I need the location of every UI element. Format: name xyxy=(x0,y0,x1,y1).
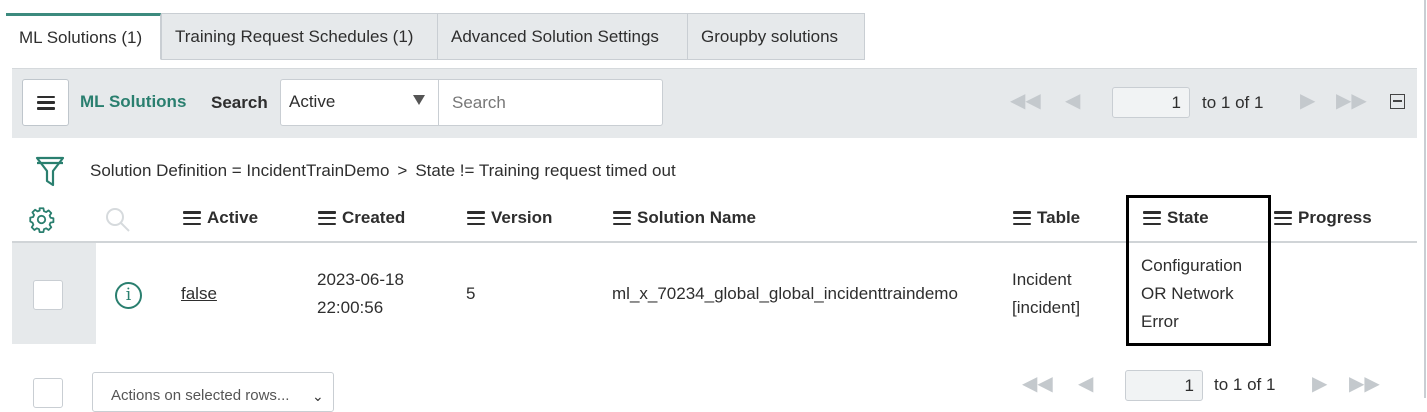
column-label: Created xyxy=(342,208,406,227)
last-page-icon[interactable]: ▶▶ xyxy=(1336,91,1367,111)
search-input[interactable] xyxy=(438,79,663,126)
column-menu-icon[interactable] xyxy=(613,211,631,225)
last-page-icon[interactable]: ▶▶ xyxy=(1349,374,1380,394)
window-edge xyxy=(1424,0,1426,398)
column-menu-icon[interactable] xyxy=(318,211,336,225)
tab-label: ML Solutions (1) xyxy=(19,27,143,47)
tab-advanced-solution-settings[interactable]: Advanced Solution Settings xyxy=(437,13,688,60)
cell-table-name: [incident] xyxy=(1012,298,1081,317)
filter-funnel-icon[interactable] xyxy=(35,155,65,189)
tab-groupby-solutions[interactable]: Groupby solutions xyxy=(687,13,865,60)
cell-created-time: 22:00:56 xyxy=(317,298,384,317)
first-page-icon[interactable]: ◀◀ xyxy=(1022,374,1053,394)
gear-icon[interactable] xyxy=(28,206,55,233)
breadcrumb-condition-1[interactable]: Solution Definition = IncidentTrainDemo xyxy=(90,161,389,180)
cell-solution-name: ml_x_70234_global_global_incidenttrainde… xyxy=(612,284,958,303)
search-icon[interactable] xyxy=(104,206,132,234)
actions-select-label: Actions on selected rows... xyxy=(111,387,290,404)
next-page-icon[interactable]: ▶ xyxy=(1300,91,1315,111)
first-page-icon[interactable]: ◀◀ xyxy=(1010,91,1041,111)
chevron-down-icon: ⌄ xyxy=(312,388,324,404)
cell-created-date: 2023-06-18 xyxy=(317,270,404,289)
list-title[interactable]: ML Solutions xyxy=(80,92,186,112)
prev-page-icon[interactable]: ◀ xyxy=(1065,91,1080,111)
prev-page-icon[interactable]: ◀ xyxy=(1078,374,1093,394)
hamburger-icon xyxy=(36,95,55,110)
filter-breadcrumb: Solution Definition = IncidentTrainDemo >… xyxy=(90,161,676,181)
column-menu-icon[interactable] xyxy=(183,211,201,225)
state-highlight-box xyxy=(1126,195,1271,346)
column-menu-icon[interactable] xyxy=(467,211,485,225)
tab-training-request-schedules[interactable]: Training Request Schedules (1) xyxy=(161,13,438,60)
row-checkbox[interactable] xyxy=(33,280,63,310)
column-menu-icon[interactable] xyxy=(1013,211,1031,225)
column-menu-icon[interactable] xyxy=(1274,211,1292,225)
cell-table-label: Incident xyxy=(1012,270,1072,289)
column-header-progress[interactable]: Progress xyxy=(1274,208,1372,228)
tab-label: Groupby solutions xyxy=(701,26,839,46)
cell-table: Incident [incident] xyxy=(1012,266,1080,322)
cell-active[interactable]: false xyxy=(181,280,217,308)
column-header-solution-name[interactable]: Solution Name xyxy=(613,208,756,228)
breadcrumb-condition-2[interactable]: State != Training request timed out xyxy=(415,161,675,180)
column-label: Table xyxy=(1037,208,1081,227)
footer-page-range-text: to 1 of 1 xyxy=(1214,375,1276,394)
tab-label: Training Request Schedules (1) xyxy=(175,26,414,46)
column-label: Solution Name xyxy=(637,208,757,227)
search-label: Search xyxy=(211,93,268,112)
actions-select[interactable]: Actions on selected rows... xyxy=(92,372,334,412)
dropdown-arrow-icon xyxy=(413,95,425,105)
tab-label: Advanced Solution Settings xyxy=(451,26,659,46)
column-label: Version xyxy=(491,208,553,227)
page-range-text: to 1 of 1 xyxy=(1202,93,1264,112)
next-page-icon[interactable]: ▶ xyxy=(1312,374,1327,394)
collapse-icon[interactable] xyxy=(1390,94,1405,109)
footer-page-number-input[interactable] xyxy=(1125,370,1203,401)
cell-created: 2023-06-18 22:00:56 xyxy=(317,266,404,322)
column-label: Active xyxy=(207,208,259,227)
tab-ml-solutions[interactable]: ML Solutions (1) xyxy=(6,13,161,60)
breadcrumb-separator: > xyxy=(397,161,408,180)
column-label: Progress xyxy=(1298,208,1372,227)
column-header-table[interactable]: Table xyxy=(1013,208,1080,228)
column-header-created[interactable]: Created xyxy=(318,208,405,228)
column-header-version[interactable]: Version xyxy=(467,208,552,228)
cell-version: 5 xyxy=(466,284,476,303)
list-menu-button[interactable] xyxy=(22,79,69,126)
page-number-input[interactable] xyxy=(1112,87,1190,118)
search-field-value: Active xyxy=(289,92,336,111)
info-icon[interactable]: i xyxy=(115,282,142,309)
select-all-checkbox[interactable] xyxy=(33,378,63,408)
column-header-active[interactable]: Active xyxy=(183,208,258,228)
